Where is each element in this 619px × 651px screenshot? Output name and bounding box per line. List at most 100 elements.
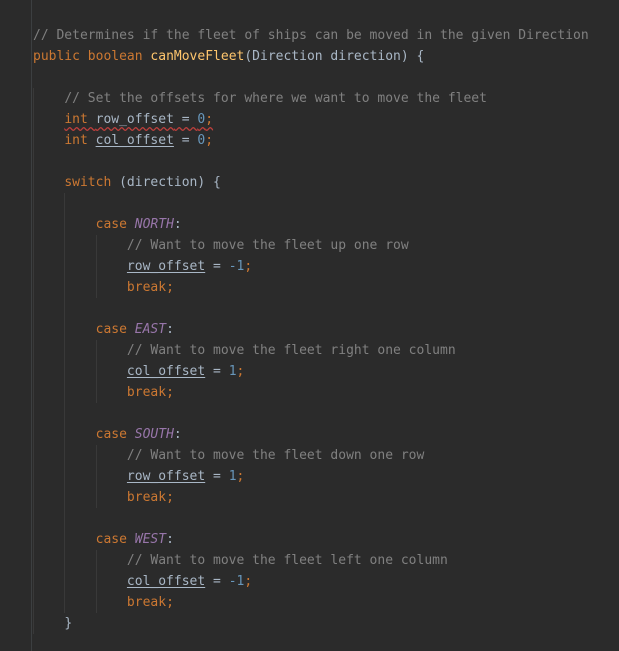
- indent-guide: [33, 529, 34, 550]
- indent-guide: [64, 508, 66, 529]
- code-line[interactable]: row_offset = -1;: [33, 256, 589, 277]
- code-line[interactable]: [33, 151, 589, 172]
- indent-guide: [33, 487, 34, 508]
- indent-guide: [33, 277, 34, 298]
- code-line[interactable]: case WEST:: [33, 529, 589, 550]
- indent-guide: [95, 361, 97, 382]
- code-token: ;: [166, 280, 174, 295]
- code-line[interactable]: [33, 298, 589, 319]
- code-area[interactable]: // Determines if the fleet of ships can …: [33, 25, 589, 634]
- code-line[interactable]: // Want to move the fleet left one colum…: [33, 550, 589, 571]
- code-line[interactable]: break;: [33, 382, 589, 403]
- code-token: 1: [228, 364, 237, 379]
- code-token: // Want to move the fleet right one colu…: [126, 343, 456, 358]
- code-editor[interactable]: // Determines if the fleet of ships can …: [0, 0, 619, 651]
- code-line[interactable]: [33, 193, 589, 214]
- code-token: ;: [166, 385, 174, 400]
- indent-guide: [33, 88, 34, 109]
- code-line[interactable]: // Set the offsets for where we want to …: [33, 88, 589, 109]
- code-token: // Determines if the fleet of ships can …: [33, 28, 589, 43]
- code-line[interactable]: row_offset = 1;: [33, 466, 589, 487]
- code-line[interactable]: [33, 67, 589, 88]
- code-token: NORTH: [134, 217, 174, 232]
- code-line[interactable]: }: [33, 613, 589, 634]
- code-token: case: [95, 322, 135, 337]
- code-token: (Direction direction) {: [244, 49, 425, 64]
- code-line[interactable]: break;: [33, 592, 589, 613]
- code-token: ;: [236, 469, 245, 484]
- code-line[interactable]: col_offset = -1;: [33, 571, 589, 592]
- code-token: break: [126, 385, 167, 400]
- code-line[interactable]: // Determines if the fleet of ships can …: [33, 25, 589, 46]
- code-line[interactable]: break;: [33, 487, 589, 508]
- code-token: =: [205, 469, 229, 484]
- code-token: ;: [205, 112, 214, 127]
- indent-guide: [33, 172, 34, 193]
- indent-guide: [33, 424, 34, 445]
- code-line[interactable]: public boolean canMoveFleet(Direction di…: [33, 46, 589, 67]
- indent-guide: [33, 130, 34, 151]
- code-token: case: [95, 427, 135, 442]
- indent-guide: [33, 298, 34, 319]
- code-token: switch: [64, 175, 120, 190]
- code-token: public: [33, 49, 88, 64]
- code-line[interactable]: break;: [33, 277, 589, 298]
- indent-guide: [33, 214, 34, 235]
- code-token: WEST: [134, 532, 167, 547]
- code-line[interactable]: case SOUTH:: [33, 424, 589, 445]
- indent-guide: [95, 277, 97, 298]
- code-token: ;: [244, 574, 253, 589]
- indent-guide: [33, 340, 34, 361]
- code-token: =: [205, 364, 229, 379]
- code-token: :: [166, 532, 174, 547]
- indent-guide: [95, 571, 97, 592]
- code-line[interactable]: col_offset = 1;: [33, 361, 589, 382]
- indent-guide: [33, 571, 34, 592]
- code-line[interactable]: case EAST:: [33, 319, 589, 340]
- code-line[interactable]: int row_offset = 0;: [33, 109, 589, 130]
- indent-guide: [64, 277, 66, 298]
- code-line[interactable]: // Want to move the fleet down one row: [33, 445, 589, 466]
- indent-guide: [95, 466, 97, 487]
- indent-guide: [95, 445, 97, 466]
- code-token: (direction) {: [119, 175, 221, 190]
- indent-guide: [64, 487, 66, 508]
- code-line[interactable]: // Want to move the fleet up one row: [33, 235, 589, 256]
- code-token: ;: [166, 490, 174, 505]
- indent-guide: [64, 571, 66, 592]
- code-token: =: [205, 574, 229, 589]
- indent-guide: [33, 361, 34, 382]
- code-token: }: [64, 616, 73, 631]
- code-token: break: [126, 490, 167, 505]
- indent-guide: [64, 235, 66, 256]
- code-token: =: [173, 133, 198, 148]
- indent-guide: [33, 550, 34, 571]
- indent-guide: [33, 151, 34, 172]
- code-line[interactable]: [33, 403, 589, 424]
- indent-guide: [64, 361, 66, 382]
- code-token: // Want to move the fleet down one row: [126, 448, 425, 463]
- indent-guide: [95, 592, 97, 613]
- code-line[interactable]: int col_offset = 0;: [33, 130, 589, 151]
- indent-guide: [64, 340, 66, 361]
- code-line[interactable]: [33, 508, 589, 529]
- code-token: =: [205, 259, 229, 274]
- code-token: break: [126, 280, 167, 295]
- indent-guide: [33, 445, 34, 466]
- indent-guide: [64, 382, 66, 403]
- indent-guide: [33, 613, 34, 634]
- indent-guide: [33, 256, 34, 277]
- code-line[interactable]: // Want to move the fleet right one colu…: [33, 340, 589, 361]
- code-line[interactable]: case NORTH:: [33, 214, 589, 235]
- code-token: row_offset: [95, 112, 174, 127]
- code-token: col_offset: [126, 364, 206, 379]
- code-line[interactable]: switch (direction) {: [33, 172, 589, 193]
